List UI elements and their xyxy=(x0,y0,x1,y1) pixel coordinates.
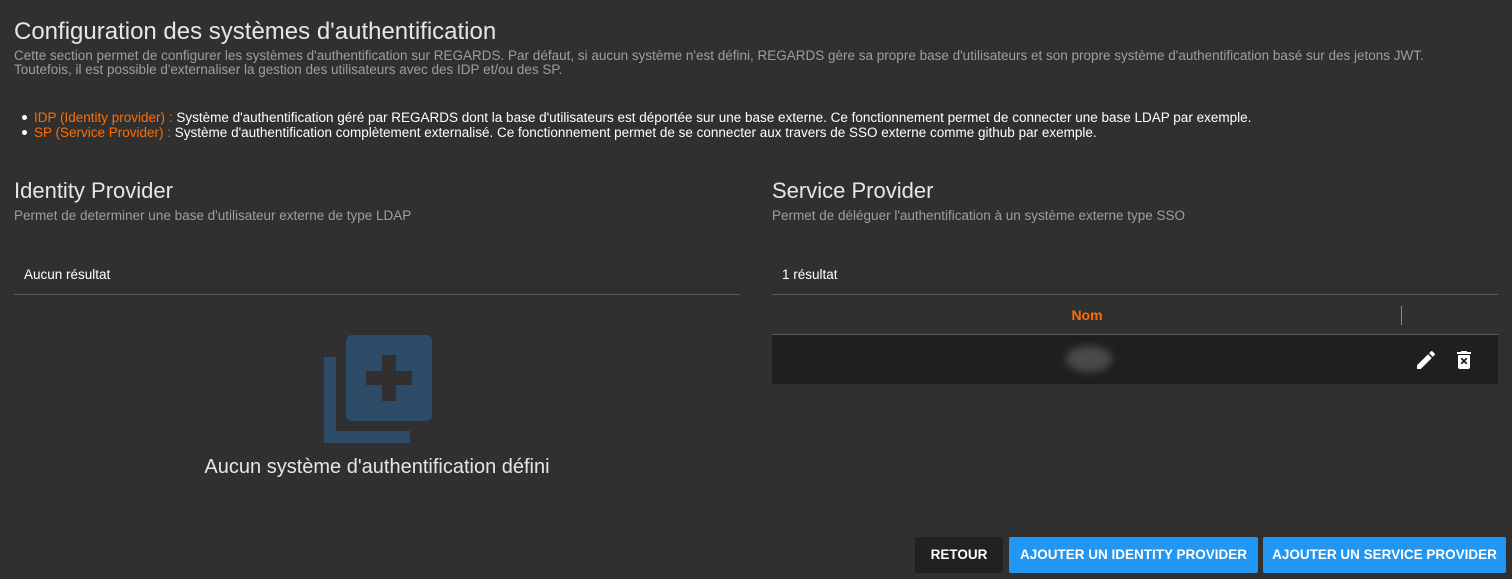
back-button[interactable]: RETOUR xyxy=(915,537,1003,573)
library-add-icon xyxy=(324,335,432,443)
page-description: Cette section permet de configurer les s… xyxy=(14,48,1424,77)
idp-section-subtitle: Permet de determiner une base d'utilisat… xyxy=(14,208,412,223)
edit-icon[interactable] xyxy=(1414,348,1438,372)
add-identity-provider-button[interactable]: AJOUTER UN IDENTITY PROVIDER xyxy=(1009,537,1258,573)
table-row[interactable] xyxy=(772,335,1498,384)
sp-divider xyxy=(772,294,1498,295)
sp-text: Système d'authentification complètement … xyxy=(171,125,1097,140)
column-header-name[interactable]: Nom xyxy=(772,307,1402,323)
column-separator xyxy=(1401,306,1402,325)
page-title: Configuration des systèmes d'authentific… xyxy=(14,18,497,45)
sp-result-count: 1 résultat xyxy=(782,267,838,282)
idp-result-count: Aucun résultat xyxy=(24,267,111,282)
sp-section-title: Service Provider xyxy=(772,178,934,203)
row-name-blurred xyxy=(1066,346,1112,372)
sp-table-header: Nom xyxy=(772,298,1498,335)
list-item-idp: IDP (Identity provider) : Système d'auth… xyxy=(20,110,1251,125)
add-service-provider-button[interactable]: AJOUTER UN SERVICE PROVIDER xyxy=(1263,537,1506,573)
idp-text: Système d'authentification géré par REGA… xyxy=(172,110,1252,125)
delete-icon[interactable] xyxy=(1452,348,1476,372)
sp-term: SP (Service Provider) : xyxy=(34,125,172,140)
idp-empty-message: Aucun système d'authentification défini xyxy=(204,456,550,478)
idp-term: IDP (Identity provider) : xyxy=(34,110,173,125)
list-item-sp: SP (Service Provider) : Système d'authen… xyxy=(20,125,1251,140)
auth-type-list: IDP (Identity provider) : Système d'auth… xyxy=(20,110,1251,140)
idp-divider xyxy=(14,294,740,295)
sp-section-subtitle: Permet de déléguer l'authentification à … xyxy=(772,208,1186,223)
idp-section-title: Identity Provider xyxy=(14,178,173,203)
